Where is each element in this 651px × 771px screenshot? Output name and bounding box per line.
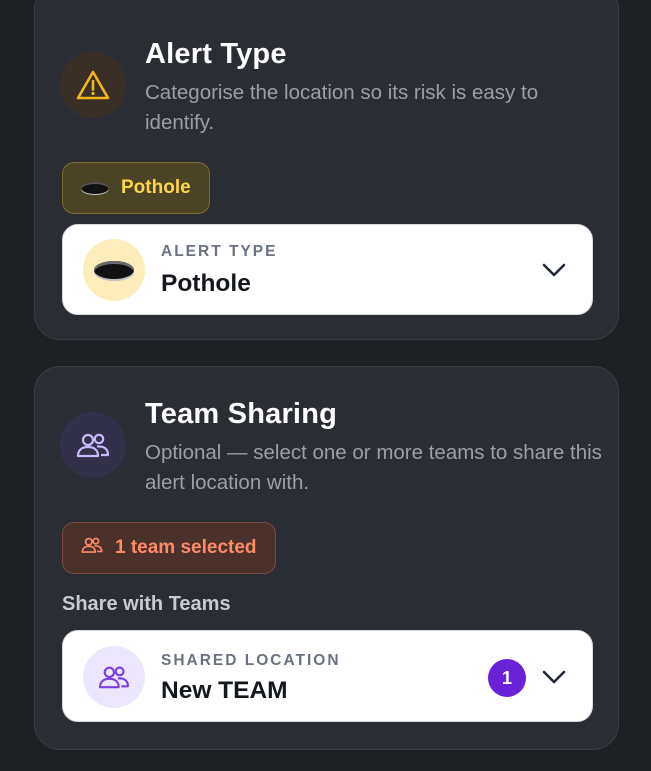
users-icon	[81, 536, 103, 560]
team-sharing-card: Team Sharing Optional — select one or mo…	[34, 366, 619, 750]
shared-location-select[interactable]: SHARED LOCATION New TEAM 1	[62, 630, 593, 722]
shared-location-value: New TEAM	[161, 677, 288, 704]
chevron-down-icon[interactable]	[540, 663, 568, 691]
teams-selected-chip[interactable]: 1 team selected	[62, 522, 276, 574]
alert-type-description: Categorise the location so its risk is e…	[145, 81, 539, 134]
teams-selected-chip-label: 1 team selected	[115, 537, 257, 558]
share-with-teams-label: Share with Teams	[62, 593, 231, 615]
team-sharing-title: Team Sharing	[145, 398, 338, 430]
alert-type-select[interactable]: ALERT TYPE Pothole	[62, 224, 593, 315]
pothole-icon	[81, 182, 109, 194]
alert-type-select-value: Pothole	[161, 270, 251, 297]
selected-count-badge: 1	[488, 659, 526, 697]
alert-type-chip-label: Pothole	[121, 177, 191, 198]
shared-location-label: SHARED LOCATION	[161, 652, 341, 669]
alert-type-select-label: ALERT TYPE	[161, 243, 278, 260]
warning-triangle-icon	[60, 52, 126, 118]
pothole-icon	[83, 239, 145, 301]
alert-type-card: Alert Type Categorise the location so it…	[34, 0, 619, 340]
alert-type-chip[interactable]: Pothole	[62, 162, 210, 214]
team-sharing-description: Optional — select one or more teams to s…	[145, 441, 602, 494]
chevron-down-icon[interactable]	[540, 256, 568, 284]
users-icon	[83, 646, 145, 708]
alert-type-title: Alert Type	[145, 38, 287, 70]
users-icon	[60, 412, 126, 478]
